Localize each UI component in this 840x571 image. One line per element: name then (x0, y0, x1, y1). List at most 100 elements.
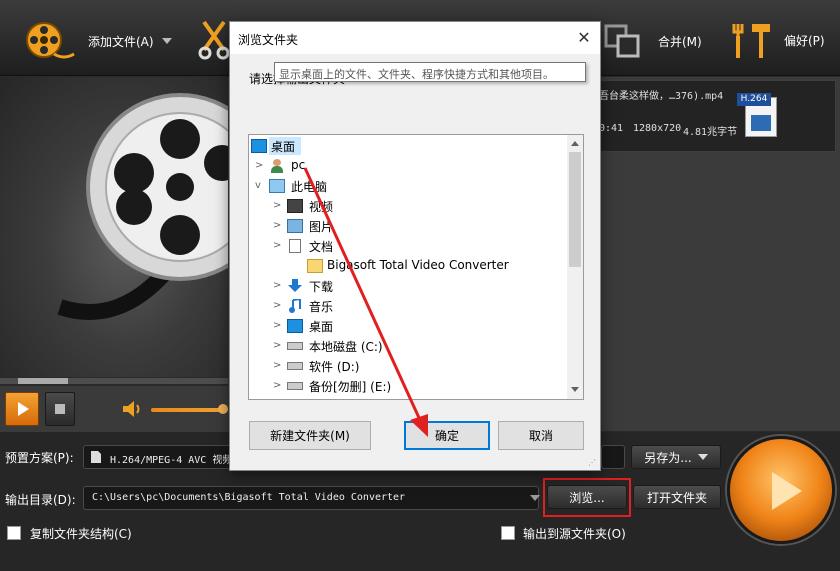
play-button[interactable] (5, 392, 39, 426)
save-as-label: 另存为... (644, 450, 692, 465)
preset-select[interactable]: H.264/MPEG-4 AVC 视频 (83, 445, 233, 469)
tree-item-this-pc[interactable]: v 此电脑 (249, 176, 567, 196)
chevron-down-icon[interactable] (530, 495, 540, 501)
chevron-down-icon (161, 38, 172, 44)
tree-item-desktop-2[interactable]: > 桌面 (249, 316, 567, 336)
progress-fill (18, 378, 68, 384)
clip-button[interactable] (198, 20, 230, 60)
documents-folder-icon (289, 239, 301, 253)
preset-label: 预置方案(P): (5, 451, 74, 465)
output-directory-label: 输出目录(D): (5, 493, 76, 507)
preferences-label: 偏好(P) (784, 33, 825, 48)
browse-button[interactable]: 浏览... (547, 485, 627, 509)
merge-button[interactable]: 合并(M) (604, 24, 702, 58)
tree-item-desktop[interactable]: 桌面 (249, 136, 567, 156)
tree-item-downloads[interactable]: > 下载 (249, 276, 567, 296)
tree-item-music[interactable]: > 音乐 (249, 296, 567, 316)
drive-icon (287, 382, 303, 390)
preset-value: H.264/MPEG-4 AVC 视频 (110, 455, 233, 466)
tools-icon (732, 24, 770, 58)
chevron-right-icon[interactable]: > (273, 239, 283, 253)
tree-item-backup-e[interactable]: > 备份[勿删] (E:) (249, 376, 567, 396)
copy-structure-label: 复制文件夹结构(C) (30, 527, 132, 541)
output-directory-value: C:\Users\pc\Documents\Bigasoft Total Vid… (92, 492, 406, 503)
scroll-down-icon[interactable] (571, 387, 579, 392)
scroll-up-icon[interactable] (571, 141, 579, 146)
chevron-right-icon[interactable]: > (273, 359, 283, 373)
output-directory-input[interactable]: C:\Users\pc\Documents\Bigasoft Total Vid… (83, 486, 540, 510)
tree-item-bigasoft[interactable]: Bigasoft Total Video Converter (249, 256, 567, 276)
chevron-down-icon (697, 454, 708, 460)
playback-progress[interactable] (0, 378, 228, 384)
cancel-button[interactable]: 取消 (498, 421, 584, 450)
volume-slider-handle[interactable] (218, 404, 228, 414)
chevron-right-icon[interactable]: > (273, 319, 283, 333)
new-folder-button[interactable]: 新建文件夹(M) (249, 421, 371, 450)
tree-item-partial[interactable]: 文档 (249, 396, 567, 399)
desktop-icon (287, 319, 303, 333)
video-folder-icon (287, 199, 303, 213)
open-folder-label: 打开文件夹 (646, 490, 707, 505)
playback-controls (0, 386, 228, 432)
file-list-item[interactable]: 吾台柔这样做，…376).mp4 0:41 1280x720 4.81兆字节 H… (596, 80, 836, 152)
output-to-source-checkbox[interactable] (501, 526, 515, 540)
scrollbar-thumb[interactable] (569, 152, 581, 267)
resize-grip-icon[interactable]: ⋰ (588, 458, 598, 468)
chevron-right-icon[interactable]: > (255, 159, 265, 173)
desktop-tooltip: 显示桌面上的文件、文件夹、程序快捷方式和其他项目。 (274, 62, 586, 82)
file-duration: 0:41 (599, 123, 624, 134)
chevron-down-icon[interactable]: v (255, 179, 265, 193)
chevron-right-icon[interactable]: > (273, 379, 283, 393)
chevron-right-icon[interactable]: > (273, 339, 283, 353)
tree-item-local-disk-c[interactable]: > 本地磁盘 (C:) (249, 336, 567, 356)
codec-badge: H.264 (737, 93, 771, 106)
chevron-right-icon[interactable]: > (273, 279, 283, 293)
desktop-icon (251, 139, 267, 153)
drive-icon (287, 362, 303, 370)
close-icon[interactable]: ✕ (572, 26, 596, 50)
merge-icon (604, 24, 640, 58)
open-folder-button[interactable]: 打开文件夹 (633, 485, 721, 509)
save-as-button[interactable]: 另存为... (631, 445, 721, 469)
add-file-label: 添加文件(A) (88, 34, 154, 49)
chevron-right-icon[interactable]: > (273, 199, 283, 213)
file-icon (91, 451, 101, 463)
tree-item-pc-user[interactable]: > pc (249, 156, 567, 176)
tree-item-documents[interactable]: > 文档 (249, 236, 567, 256)
browse-folder-dialog: 浏览文件夹 ✕ 请选择输出文件夹 桌面 > pc v 此电脑 > (229, 21, 601, 471)
computer-icon (269, 179, 285, 193)
film-reel-logo (57, 93, 274, 320)
stop-button[interactable] (45, 392, 75, 426)
convert-button[interactable] (727, 436, 835, 544)
tree-item-software-d[interactable]: > 软件 (D:) (249, 356, 567, 376)
chevron-right-icon[interactable]: > (273, 219, 283, 233)
tree-scrollbar[interactable] (567, 135, 583, 399)
video-preview (0, 77, 274, 377)
tree-item-pictures[interactable]: > 图片 (249, 216, 567, 236)
browse-label: 浏览... (569, 490, 605, 505)
download-icon (288, 279, 302, 292)
tree-item-videos[interactable]: > 视频 (249, 196, 567, 216)
drive-icon (287, 342, 303, 350)
video-file-icon: H.264 (737, 93, 781, 137)
chevron-right-icon[interactable]: > (273, 299, 283, 313)
folder-icon (307, 259, 323, 273)
file-size: 4.81兆字节 (683, 127, 738, 138)
volume-icon[interactable] (121, 400, 143, 418)
preferences-button[interactable]: 偏好(P) (730, 20, 825, 60)
file-name: 吾台柔这样做，…376).mp4 (599, 91, 724, 102)
dialog-title: 浏览文件夹 (238, 33, 299, 47)
add-file-menu[interactable]: 添加文件(A) (24, 20, 172, 62)
copy-structure-checkbox[interactable] (7, 526, 21, 540)
tooltip-text: 显示桌面上的文件、文件夹、程序快捷方式和其他项目。 (279, 68, 554, 81)
file-resolution: 1280x720 (633, 123, 682, 134)
music-icon (289, 299, 301, 313)
film-reel-icon (26, 22, 75, 59)
preset-edit-button[interactable] (601, 445, 625, 469)
ok-button[interactable]: 确定 (404, 421, 490, 450)
output-to-source-label: 输出到源文件夹(O) (523, 527, 626, 541)
dialog-titlebar: 浏览文件夹 ✕ (230, 22, 600, 54)
merge-label: 合并(M) (658, 34, 702, 49)
volume-slider[interactable] (151, 408, 223, 412)
folder-tree: 桌面 > pc v 此电脑 > 视频 > 图片 > 文档 Bigasoft To… (248, 134, 584, 400)
